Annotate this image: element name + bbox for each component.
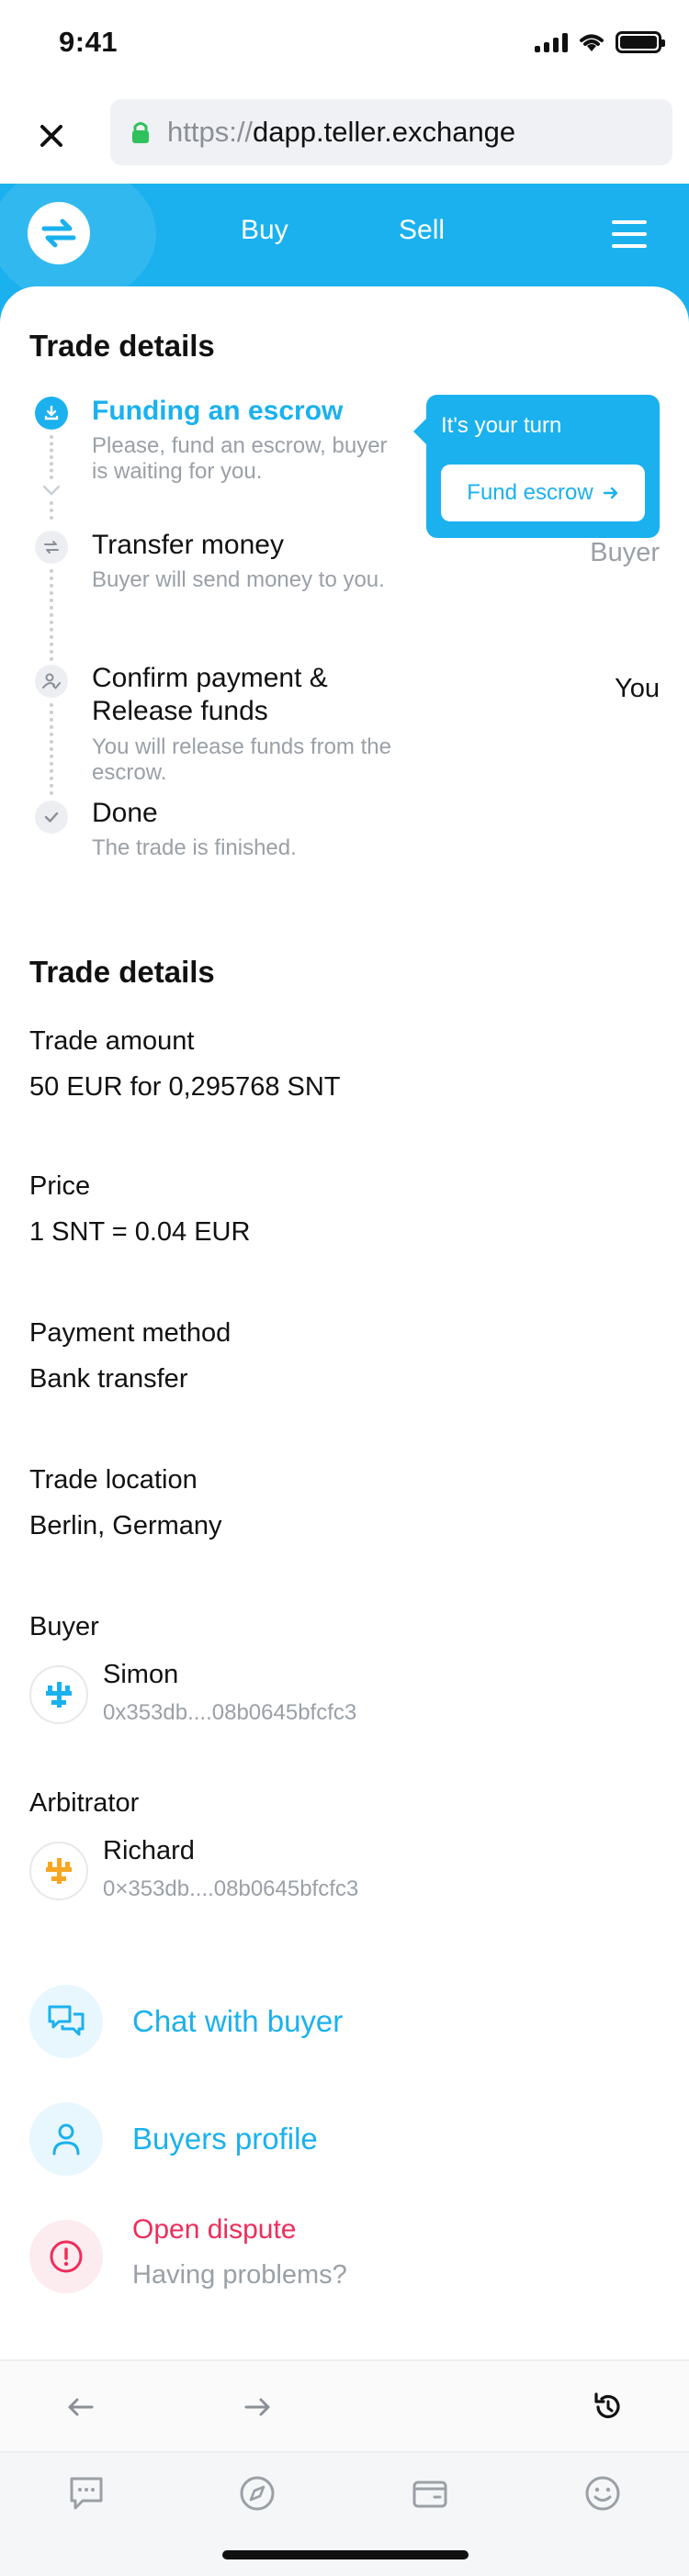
url-host: dapp.teller.exchange [253, 116, 516, 148]
nav-sell[interactable]: Sell [399, 215, 445, 246]
smiley-icon[interactable] [582, 2473, 623, 2514]
nav-buy[interactable]: Buy [241, 215, 288, 246]
step-transfer-desc: Buyer will send money to you. [92, 567, 385, 592]
chat-with-buyer-link[interactable]: Chat with buyer [132, 2004, 343, 2039]
step-funding-title: Funding an escrow [92, 396, 344, 426]
step-confirm-title-2: Release funds [92, 696, 268, 726]
arbitrator-address: 0×353db....08b0645bfcfc3 [103, 1876, 359, 1901]
role-you: You [615, 674, 660, 703]
user-check-icon [35, 665, 68, 698]
buyer-address: 0x353db....08b0645bfcfc3 [103, 1700, 357, 1725]
payment-method-value: Bank transfer [29, 1364, 188, 1394]
swap-arrows-icon[interactable] [28, 202, 90, 264]
chevron-down-icon [42, 485, 61, 496]
fund-escrow-label: Fund escrow [467, 480, 593, 505]
trade-location-label: Trade location [29, 1465, 198, 1495]
trade-location-value: Berlin, Germany [29, 1511, 222, 1540]
user-icon[interactable] [29, 2102, 103, 2176]
arbitrator-label: Arbitrator [29, 1788, 140, 1818]
download-icon [35, 397, 68, 430]
battery-icon [616, 31, 665, 53]
chat-icon[interactable] [66, 2473, 107, 2514]
browser-url-row: https://dapp.teller.exchange [0, 83, 689, 184]
arbitrator-name: Richard [103, 1836, 195, 1865]
step-confirm-title-1: Confirm payment & [92, 663, 328, 693]
content-card: Trade details Funding an escrow Please, … [0, 286, 689, 2361]
url-protocol: https:// [167, 116, 254, 148]
status-bar: 9:41 [0, 0, 689, 83]
status-time: 9:41 [59, 26, 119, 58]
tooltip-text: It's your turn [441, 413, 562, 438]
step-funding-desc-2: is waiting for you. [92, 459, 263, 484]
fund-escrow-button[interactable]: Fund escrow [441, 465, 645, 521]
browser-navigation-bar [0, 2359, 689, 2451]
arbitrator-avatar[interactable] [29, 1842, 88, 1900]
status-icons [535, 31, 665, 53]
step-confirm-desc-1: You will release funds from the [92, 734, 391, 759]
wallet-icon[interactable] [410, 2473, 450, 2514]
arrow-right-icon [603, 487, 617, 499]
price-value: 1 SNT = 0.04 EUR [29, 1217, 251, 1247]
step-done-desc: The trade is finished. [92, 835, 297, 860]
details-title: Trade details [29, 955, 215, 989]
reload-icon[interactable] [590, 2391, 627, 2424]
trade-amount-value: 50 EUR for 0,295768 SNT [29, 1072, 341, 1102]
trade-amount-label: Trade amount [29, 1026, 195, 1056]
check-icon [35, 801, 68, 834]
lock-icon [132, 122, 149, 143]
compass-icon[interactable] [237, 2473, 277, 2514]
step-funding-desc-1: Please, fund an escrow, buyer [92, 433, 388, 458]
buyer-label: Buyer [29, 1612, 99, 1641]
home-indicator[interactable] [222, 2550, 469, 2559]
buyers-profile-link[interactable]: Buyers profile [132, 2122, 318, 2156]
close-icon[interactable] [33, 118, 70, 154]
payment-method-label: Payment method [29, 1318, 232, 1348]
wifi-icon [580, 34, 604, 51]
dispute-subtitle: Having problems? [132, 2260, 347, 2290]
transfer-arrows-icon [35, 531, 68, 564]
step-transfer-title: Transfer money [92, 530, 284, 560]
info-alert-icon[interactable] [29, 2220, 103, 2293]
open-dispute-link[interactable]: Open dispute [132, 2214, 296, 2246]
url-bar[interactable]: https://dapp.teller.exchange [110, 99, 672, 165]
progress-title: Trade details [29, 329, 215, 363]
arrow-left-icon[interactable] [62, 2391, 99, 2424]
role-buyer: Buyer [590, 538, 660, 567]
step-confirm-desc-2: escrow. [92, 760, 167, 785]
price-label: Price [29, 1171, 91, 1201]
cellular-signal-icon [535, 32, 568, 52]
hamburger-menu-icon[interactable] [612, 220, 647, 248]
your-turn-tooltip: It's your turn Fund escrow [413, 395, 660, 538]
buyer-avatar[interactable] [29, 1665, 88, 1724]
arrow-right-icon[interactable] [239, 2391, 276, 2424]
chat-bubbles-icon[interactable] [29, 1985, 103, 2058]
buyer-name: Simon [103, 1660, 179, 1689]
step-done-title: Done [92, 798, 158, 828]
